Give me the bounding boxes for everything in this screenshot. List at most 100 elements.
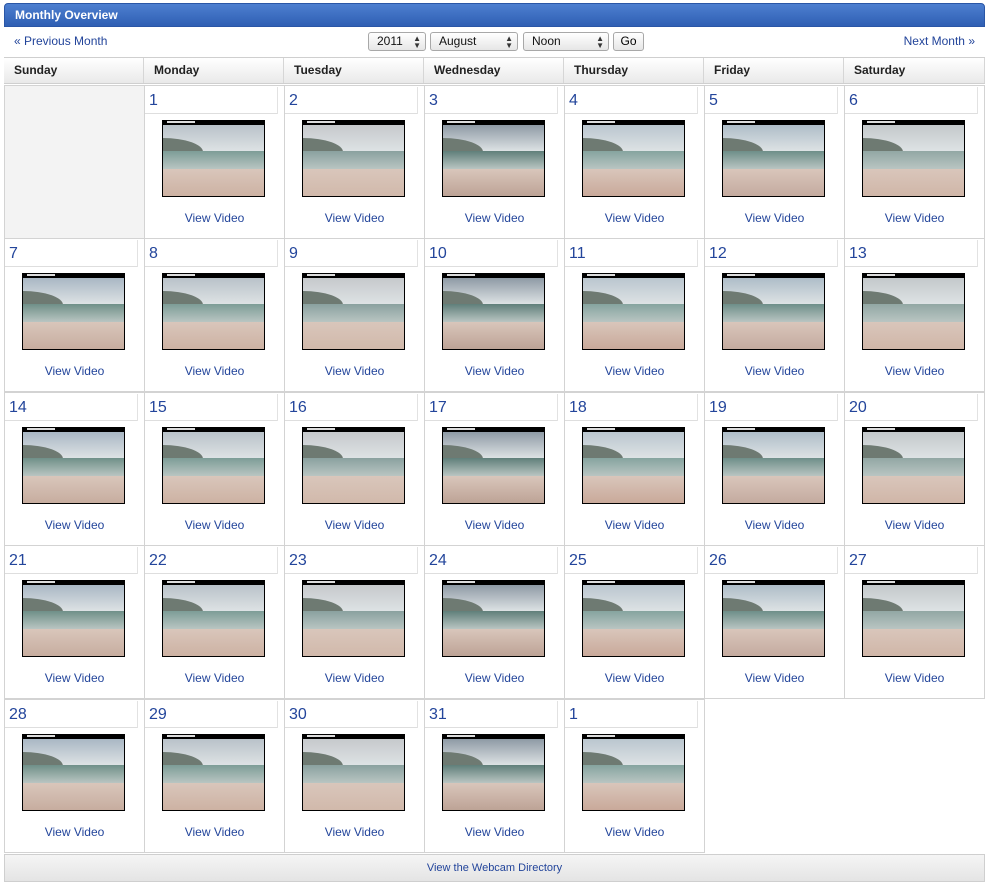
day-cell: 5 View Video	[704, 85, 845, 239]
day-number: 30	[289, 706, 307, 723]
view-video-link[interactable]: View Video	[565, 211, 704, 225]
view-video-link[interactable]: View Video	[145, 825, 284, 839]
webcam-thumbnail[interactable]	[22, 427, 125, 504]
view-video-link[interactable]: View Video	[285, 364, 424, 378]
day-header-divider	[425, 394, 558, 421]
day-number: 7	[9, 245, 18, 262]
webcam-thumbnail[interactable]	[22, 273, 125, 350]
sand	[583, 322, 684, 349]
day-number: 23	[289, 552, 307, 569]
webcam-thumbnail[interactable]	[442, 427, 545, 504]
day-cell: 18 View Video	[564, 392, 705, 546]
day-number: 26	[709, 552, 727, 569]
webcam-thumbnail[interactable]	[162, 427, 265, 504]
day-cell: 24 View Video	[424, 545, 565, 699]
webcam-thumbnail[interactable]	[862, 427, 965, 504]
webcam-thumbnail[interactable]	[722, 427, 825, 504]
webcam-thumbnail[interactable]	[302, 273, 405, 350]
year-select[interactable]: 2011 ▲ ▼	[368, 32, 426, 51]
view-video-link[interactable]: View Video	[705, 518, 844, 532]
month-select[interactable]: August ▲ ▼	[430, 32, 518, 51]
view-video-link[interactable]: View Video	[145, 364, 284, 378]
view-video-link[interactable]: View Video	[705, 364, 844, 378]
webcam-thumbnail[interactable]	[722, 273, 825, 350]
sand	[443, 169, 544, 196]
webcam-thumbnail[interactable]	[442, 273, 545, 350]
view-video-link[interactable]: View Video	[845, 364, 984, 378]
webcam-thumbnail[interactable]	[862, 120, 965, 197]
view-video-link[interactable]: View Video	[565, 518, 704, 532]
webcam-thumbnail[interactable]	[442, 120, 545, 197]
webcam-thumbnail[interactable]	[162, 120, 265, 197]
view-video-link[interactable]: View Video	[845, 211, 984, 225]
view-video-link[interactable]: View Video	[425, 364, 564, 378]
webcam-thumbnail[interactable]	[442, 580, 545, 657]
panel-title: Monthly Overview	[15, 8, 118, 22]
sea	[163, 765, 264, 783]
webcam-thumbnail[interactable]	[582, 427, 685, 504]
view-video-link[interactable]: View Video	[285, 518, 424, 532]
sea	[443, 458, 544, 476]
view-video-link[interactable]: View Video	[145, 518, 284, 532]
view-video-link[interactable]: View Video	[845, 671, 984, 685]
webcam-thumbnail[interactable]	[582, 734, 685, 811]
webcam-thumbnail[interactable]	[302, 427, 405, 504]
view-video-link[interactable]: View Video	[565, 825, 704, 839]
webcam-thumbnail[interactable]	[442, 734, 545, 811]
sand	[723, 322, 824, 349]
view-video-link[interactable]: View Video	[705, 211, 844, 225]
day-number: 19	[709, 399, 727, 416]
webcam-thumbnail[interactable]	[862, 273, 965, 350]
view-video-link[interactable]: View Video	[425, 518, 564, 532]
day-number: 6	[849, 92, 858, 109]
day-cell: 7 View Video	[4, 238, 145, 392]
view-video-link[interactable]: View Video	[845, 518, 984, 532]
sea	[303, 611, 404, 629]
webcam-thumbnail[interactable]	[722, 120, 825, 197]
weekday-saturday: Saturday	[844, 58, 985, 83]
view-video-link[interactable]: View Video	[5, 671, 144, 685]
time-select[interactable]: Noon ▲ ▼	[523, 32, 609, 51]
weekday-friday: Friday	[704, 58, 844, 83]
view-video-link[interactable]: View Video	[145, 211, 284, 225]
day-number: 15	[149, 399, 167, 416]
webcam-thumbnail[interactable]	[582, 580, 685, 657]
view-video-link[interactable]: View Video	[285, 671, 424, 685]
day-number: 25	[569, 552, 587, 569]
webcam-thumbnail[interactable]	[302, 580, 405, 657]
view-video-link[interactable]: View Video	[425, 211, 564, 225]
view-video-link[interactable]: View Video	[565, 671, 704, 685]
day-header-divider	[565, 87, 698, 114]
view-video-link[interactable]: View Video	[565, 364, 704, 378]
view-video-link[interactable]: View Video	[425, 671, 564, 685]
webcam-thumbnail[interactable]	[582, 120, 685, 197]
view-video-link[interactable]: View Video	[705, 671, 844, 685]
webcam-thumbnail[interactable]	[302, 734, 405, 811]
view-video-link[interactable]: View Video	[145, 671, 284, 685]
webcam-thumbnail[interactable]	[582, 273, 685, 350]
webcam-thumbnail[interactable]	[162, 580, 265, 657]
sand	[863, 629, 964, 656]
sea	[863, 458, 964, 476]
view-video-link[interactable]: View Video	[285, 825, 424, 839]
view-video-link[interactable]: View Video	[5, 825, 144, 839]
view-video-link[interactable]: View Video	[425, 825, 564, 839]
previous-month-link[interactable]: « Previous Month	[14, 34, 107, 48]
sea	[723, 304, 824, 322]
webcam-thumbnail[interactable]	[722, 580, 825, 657]
webcam-thumbnail[interactable]	[162, 273, 265, 350]
webcam-directory-link[interactable]: View the Webcam Directory	[4, 854, 985, 882]
view-video-link[interactable]: View Video	[285, 211, 424, 225]
go-button[interactable]: Go	[613, 32, 644, 51]
webcam-thumbnail[interactable]	[162, 734, 265, 811]
webcam-thumbnail[interactable]	[22, 734, 125, 811]
sand	[23, 322, 124, 349]
webcam-thumbnail[interactable]	[22, 580, 125, 657]
webcam-thumbnail[interactable]	[862, 580, 965, 657]
day-cell: 2 View Video	[284, 85, 425, 239]
view-video-link[interactable]: View Video	[5, 364, 144, 378]
view-video-link[interactable]: View Video	[5, 518, 144, 532]
sea	[163, 458, 264, 476]
next-month-link[interactable]: Next Month »	[904, 34, 975, 48]
webcam-thumbnail[interactable]	[302, 120, 405, 197]
